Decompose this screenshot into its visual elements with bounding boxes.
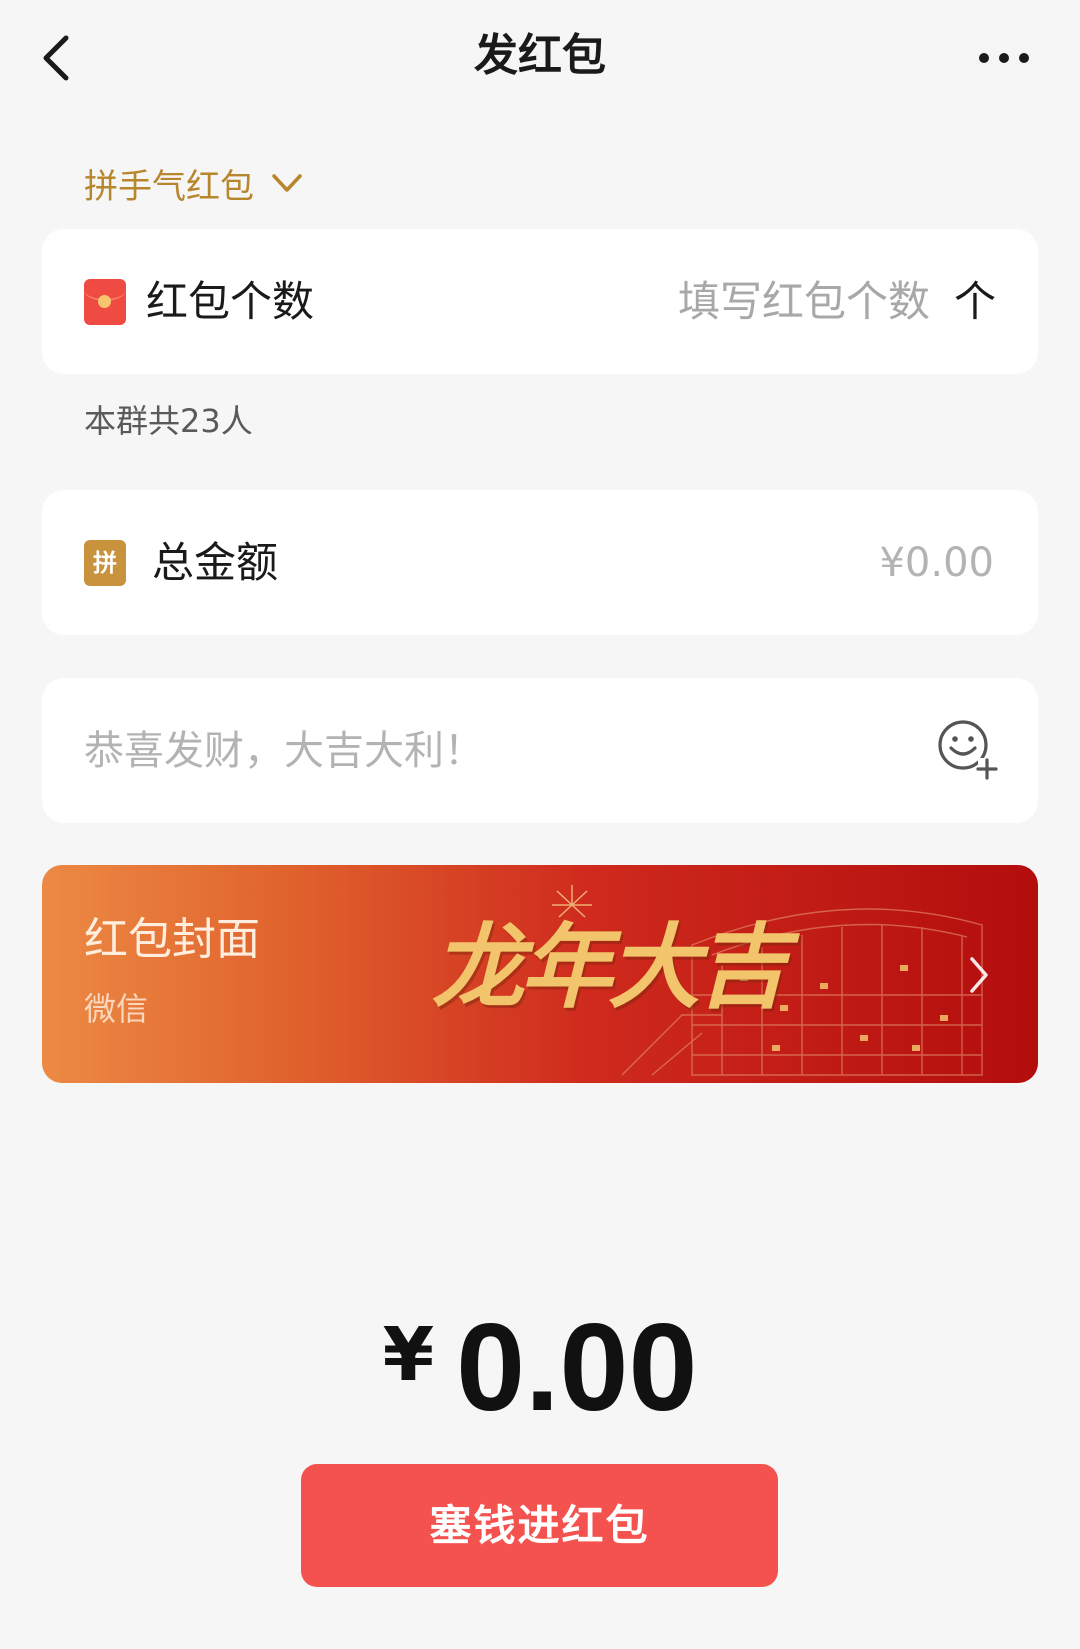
packet-cover-banner[interactable]: 红包封面 微信 龙年大吉 [42, 865, 1038, 1083]
cover-subtitle: 微信 [84, 990, 149, 1028]
red-packet-icon [84, 279, 126, 325]
amount-value: 0.00 [456, 1299, 698, 1437]
greeting-row: 恭喜发财，大吉大利！ [42, 678, 1038, 823]
cover-title: 红包封面 [84, 914, 260, 965]
currency-symbol: ¥ [382, 1312, 435, 1398]
cover-artwork-text: 龙年大吉 [432, 913, 788, 1021]
total-amount-row[interactable]: 拼 总金额 ¥0.00 [42, 490, 1038, 635]
total-amount-label: 总金额 [152, 538, 279, 587]
page-title: 发红包 [474, 30, 606, 81]
emoji-button[interactable] [936, 718, 998, 780]
amount-display: ¥0.00 [0, 1290, 1080, 1470]
more-button[interactable] [976, 40, 1036, 76]
group-member-note: 本群共23人 [84, 402, 253, 440]
packet-count-label: 红包个数 [146, 277, 315, 326]
packet-type-label: 拼手气红包 [84, 166, 254, 207]
submit-button[interactable]: 塞钱进红包 [301, 1464, 778, 1587]
packet-count-row[interactable]: 红包个数 填写红包个数 个 [42, 229, 1038, 374]
more-horizontal-icon [979, 53, 1029, 63]
greeting-input[interactable]: 恭喜发财，大吉大利！ [84, 718, 924, 784]
packet-count-input[interactable]: 填写红包个数 [678, 269, 930, 335]
packet-count-unit: 个 [953, 277, 996, 326]
pin-badge-icon: 拼 [84, 540, 126, 586]
total-amount-input[interactable]: ¥0.00 [879, 530, 994, 596]
packet-type-selector[interactable]: 拼手气红包 [84, 156, 304, 210]
chevron-down-icon [270, 166, 304, 200]
emoji-add-icon [938, 720, 998, 780]
chevron-right-icon [970, 957, 988, 993]
